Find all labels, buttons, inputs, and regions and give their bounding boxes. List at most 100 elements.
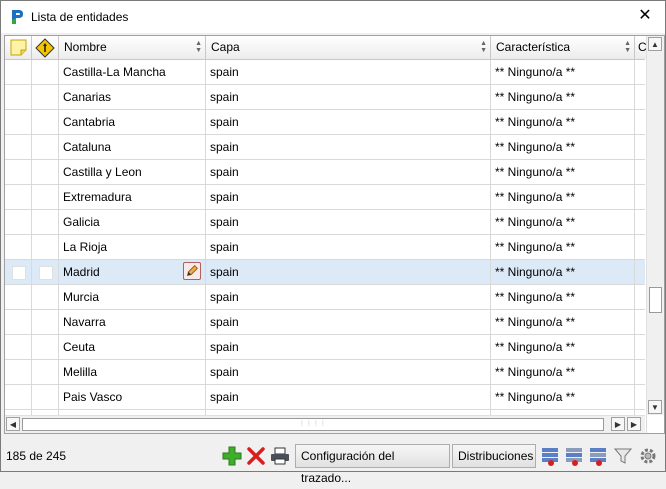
print-icon[interactable] (270, 446, 290, 466)
caracteristica-cell[interactable]: ** Ninguno/a ** (491, 360, 635, 384)
capa-cell[interactable]: spain (206, 135, 491, 159)
nombre-cell[interactable]: Castilla-La Mancha (59, 60, 206, 84)
nombre-cell[interactable]: La Rioja (59, 235, 206, 259)
table-row[interactable]: Madrid spain ** Ninguno/a ** (5, 260, 647, 285)
filter-icon[interactable] (613, 446, 633, 466)
row-checkbox[interactable] (39, 266, 53, 280)
nombre-cell[interactable]: Canarias (59, 85, 206, 109)
capa-cell[interactable]: spain (206, 260, 491, 284)
capa-cell[interactable]: spain (206, 185, 491, 209)
caracteristica-cell[interactable]: ** Ninguno/a ** (491, 85, 635, 109)
nombre-cell[interactable]: Cataluna (59, 135, 206, 159)
header-warning-column[interactable] (32, 36, 59, 59)
distribuciones-button[interactable]: Distribuciones (452, 444, 536, 468)
row-warning-cell[interactable] (32, 360, 59, 384)
scroll-right-button[interactable]: ▶ (611, 417, 625, 431)
capa-cell[interactable]: spain (206, 310, 491, 334)
row-note-cell[interactable] (5, 185, 32, 209)
nombre-cell[interactable]: Murcia (59, 285, 206, 309)
row-note-cell[interactable] (5, 360, 32, 384)
row-note-cell[interactable] (5, 310, 32, 334)
row-note-cell[interactable] (5, 235, 32, 259)
vertical-scroll-thumb[interactable] (649, 287, 662, 313)
table-row[interactable]: Ceuta spain ** Ninguno/a ** (5, 335, 647, 360)
capa-cell[interactable]: spain (206, 160, 491, 184)
row-note-cell[interactable] (5, 260, 32, 284)
nombre-cell[interactable]: Castilla y Leon (59, 160, 206, 184)
caracteristica-cell[interactable]: ** Ninguno/a ** (491, 310, 635, 334)
config-trazado-button[interactable]: Configuración del trazado... (295, 444, 450, 485)
row-warning-cell[interactable] (32, 135, 59, 159)
table-row[interactable]: Castilla y Leon spain ** Ninguno/a ** (5, 160, 647, 185)
header-nombre[interactable]: Nombre ▲ ▼ (59, 36, 206, 59)
add-icon[interactable] (222, 446, 242, 466)
row-warning-cell[interactable] (32, 235, 59, 259)
row-warning-cell[interactable] (32, 385, 59, 409)
row-warning-cell[interactable] (32, 335, 59, 359)
row-note-cell[interactable] (5, 160, 32, 184)
nombre-cell[interactable]: Extremadura (59, 185, 206, 209)
row-note-cell[interactable] (5, 210, 32, 234)
nombre-cell[interactable]: Navarra (59, 310, 206, 334)
nombre-cell[interactable]: Melilla (59, 360, 206, 384)
row-warning-cell[interactable] (32, 260, 59, 284)
scroll-left-button[interactable]: ◀ (6, 417, 20, 431)
row-warning-cell[interactable] (32, 310, 59, 334)
caracteristica-cell[interactable]: ** Ninguno/a ** (491, 110, 635, 134)
capa-cell[interactable]: spain (206, 285, 491, 309)
table-row[interactable]: Castilla-La Mancha spain ** Ninguno/a ** (5, 60, 647, 85)
header-capa[interactable]: Capa ▲ ▼ (206, 36, 491, 59)
row-warning-cell[interactable] (32, 85, 59, 109)
caracteristica-cell[interactable]: ** Ninguno/a ** (491, 335, 635, 359)
scroll-up-button[interactable]: ▲ (648, 37, 662, 51)
table-row[interactable]: Cantabria spain ** Ninguno/a ** (5, 110, 647, 135)
row-note-cell[interactable] (5, 385, 32, 409)
row-warning-cell[interactable] (32, 160, 59, 184)
caracteristica-cell[interactable]: ** Ninguno/a ** (491, 285, 635, 309)
row-warning-cell[interactable] (32, 285, 59, 309)
caracteristica-cell[interactable]: ** Ninguno/a ** (491, 235, 635, 259)
nombre-cell[interactable]: Cantabria (59, 110, 206, 134)
capa-cell[interactable]: spain (206, 335, 491, 359)
select-layer-icon[interactable] (540, 446, 560, 466)
caracteristica-cell[interactable]: ** Ninguno/a ** (491, 60, 635, 84)
capa-cell[interactable]: spain (206, 235, 491, 259)
capa-cell[interactable]: spain (206, 385, 491, 409)
capa-cell[interactable]: spain (206, 360, 491, 384)
select-table-icon[interactable] (564, 446, 584, 466)
row-note-cell[interactable] (5, 335, 32, 359)
caracteristica-cell[interactable]: ** Ninguno/a ** (491, 135, 635, 159)
header-caracteristica[interactable]: Característica ▲ ▼ (491, 36, 635, 59)
row-note-cell[interactable] (5, 285, 32, 309)
table-row[interactable]: Canarias spain ** Ninguno/a ** (5, 85, 647, 110)
row-warning-cell[interactable] (32, 110, 59, 134)
nombre-cell[interactable]: Ceuta (59, 335, 206, 359)
caracteristica-cell[interactable]: ** Ninguno/a ** (491, 210, 635, 234)
caracteristica-cell[interactable]: ** Ninguno/a ** (491, 385, 635, 409)
capa-cell[interactable]: spain (206, 110, 491, 134)
nombre-cell[interactable]: Pais Vasco (59, 385, 206, 409)
table-row[interactable]: Navarra spain ** Ninguno/a ** (5, 310, 647, 335)
select-list-icon[interactable] (588, 446, 608, 466)
capa-cell[interactable]: spain (206, 210, 491, 234)
row-note-cell[interactable] (5, 135, 32, 159)
row-note-cell[interactable] (5, 60, 32, 84)
header-note-column[interactable] (5, 36, 32, 59)
table-row[interactable]: La Rioja spain ** Ninguno/a ** (5, 235, 647, 260)
table-row[interactable]: Galicia spain ** Ninguno/a ** (5, 210, 647, 235)
vertical-scrollbar[interactable]: ▲ ▼ (646, 36, 664, 415)
close-button[interactable]: ✕ (625, 1, 665, 33)
table-row[interactable]: Pais Vasco spain ** Ninguno/a ** (5, 385, 647, 410)
scroll-down-button[interactable]: ▼ (648, 400, 662, 414)
row-warning-cell[interactable] (32, 60, 59, 84)
scroll-right-end-button[interactable]: ▶ (627, 417, 641, 431)
capa-cell[interactable]: spain (206, 60, 491, 84)
pencil-edit-icon[interactable] (183, 262, 201, 280)
table-row[interactable]: Extremadura spain ** Ninguno/a ** (5, 185, 647, 210)
caracteristica-cell[interactable]: ** Ninguno/a ** (491, 185, 635, 209)
horizontal-scroll-thumb[interactable]: ⋮⋮⋮⋮ (22, 418, 604, 431)
table-row[interactable]: Murcia spain ** Ninguno/a ** (5, 285, 647, 310)
row-note-cell[interactable] (5, 85, 32, 109)
row-note-cell[interactable] (5, 110, 32, 134)
capa-cell[interactable]: spain (206, 85, 491, 109)
